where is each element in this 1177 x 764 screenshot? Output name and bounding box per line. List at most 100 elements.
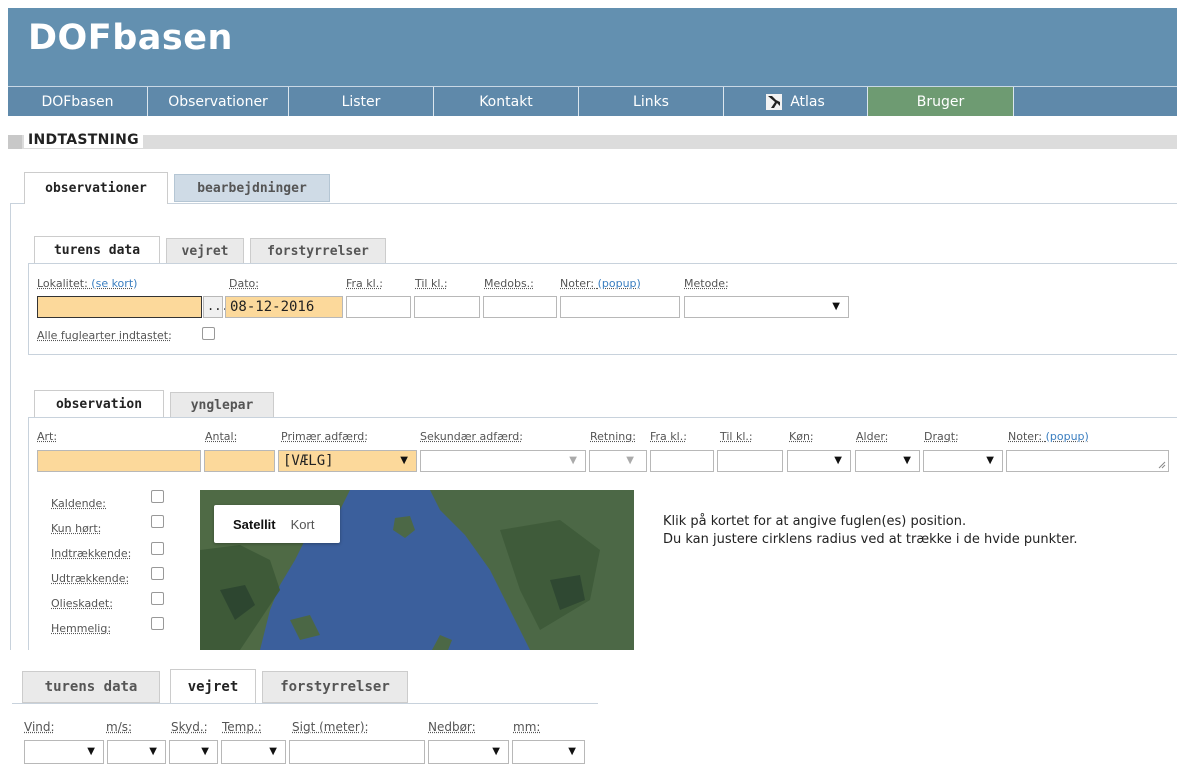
chevron-down-icon: ▼ [903,455,911,466]
obs-fra-kl-label: Fra kl.: [650,430,687,443]
map-info-line1: Klik på kortet for at angive fuglen(es) … [663,514,967,529]
nav-item-lister[interactable]: Lister [289,87,434,116]
skyd-label: Skyd.: [171,720,208,734]
kun-hoert-checkbox[interactable] [151,515,164,528]
udtraekkende-label: Udtrækkende: [51,572,130,585]
chevron-down-icon: ▼ [568,746,576,757]
tab-observation[interactable]: observation [34,390,164,418]
obs-noter-textarea[interactable] [1006,450,1169,472]
obs-fra-kl-input[interactable] [650,450,714,472]
nedboer-select[interactable]: ▼ [428,740,509,764]
lokalitet-browse-button[interactable]: ... [203,296,229,318]
main-tab-baseline-right [168,203,1177,204]
primaer-adfaerd-select[interactable]: [VÆLG] ▼ [278,450,417,472]
olieskadet-label: Olieskadet: [51,597,113,610]
antal-label: Antal: [205,430,238,443]
section-divider [8,135,1177,149]
tab-ynglepar[interactable]: ynglepar [170,392,274,418]
noter-popup-link[interactable]: (popup) [598,277,641,290]
lokalitet-label-text: Lokalitet: [37,277,88,290]
dato-label: Dato: [229,277,259,290]
nav-item-atlas[interactable]: Atlas [724,87,868,116]
atlas-bird-icon [766,93,783,110]
art-input[interactable] [37,450,201,472]
nav-item-bruger[interactable]: Bruger [868,87,1014,116]
map-kort-button[interactable]: Kort [291,517,315,532]
sigt-label: Sigt (meter): [292,720,369,734]
obs-noter-label: Noter: (popup) [1008,430,1089,443]
tab-vejret-weather[interactable]: vejret [170,669,256,704]
tab-forstyrrelser-weather[interactable]: forstyrrelser [262,671,408,703]
lokalitet-label: Lokalitet: (se kort) [37,277,137,290]
antal-input[interactable] [204,450,275,472]
map-info-line2: Du kan justere cirklens radius ved at tr… [663,532,1078,547]
indtraekkende-checkbox[interactable] [151,542,164,555]
site-logo[interactable]: DOFbasen [28,18,233,58]
vind-select[interactable]: ▼ [24,740,104,764]
main-panel-border [10,203,11,650]
mm-select[interactable]: ▼ [512,740,585,764]
nedboer-label: Nedbør: [428,720,476,734]
map-satellit-button[interactable]: Satellit [214,517,291,532]
nav-item-kontakt[interactable]: Kontakt [434,87,579,116]
hemmelig-checkbox[interactable] [151,617,164,630]
dragt-select[interactable]: ▼ [923,450,1003,472]
alle-fuglearter-label: Alle fuglearter indtastet: [37,329,172,342]
obs-noter-label-text: Noter: [1008,430,1043,443]
kun-hoert-label: Kun hørt: [51,522,102,535]
tab-forstyrrelser[interactable]: forstyrrelser [250,238,386,264]
obs-panel-left [28,417,29,650]
dato-value: 08-12-2016 [230,299,315,315]
koen-label: Køn: [789,430,814,443]
ms-select[interactable]: ▼ [107,740,166,764]
sekundaer-adfaerd-select[interactable]: ▼ [420,450,586,472]
kaldende-checkbox[interactable] [151,490,164,503]
nav-item-dofbasen[interactable]: DOFbasen [8,87,148,116]
retning-label: Retning: [590,430,636,443]
metode-select[interactable]: ▼ [684,296,849,318]
observation-map[interactable]: Satellit Kort [200,490,634,650]
chevron-down-icon: ▼ [269,746,277,757]
alder-select[interactable]: ▼ [855,450,920,472]
alder-label: Alder: [856,430,889,443]
tab-vejret[interactable]: vejret [166,238,244,264]
ms-label: m/s: [106,720,133,734]
resize-handle-icon[interactable] [1158,461,1166,469]
alle-fuglearter-checkbox[interactable] [202,327,215,340]
til-kl-label: Til kl.: [415,277,448,290]
retning-select[interactable]: ▼ [589,450,647,472]
skyd-select[interactable]: ▼ [169,740,218,764]
trip-panel-bottom [28,354,1177,355]
tab-bearbejdninger[interactable]: bearbejdninger [174,174,330,202]
nav-atlas-label: Atlas [790,93,825,110]
til-kl-input[interactable] [414,296,480,318]
main-tab-baseline-left [10,203,24,204]
hemmelig-label: Hemmelig: [51,622,112,635]
main-nav: DOFbasen Observationer Lister Kontakt Li… [8,86,1177,116]
udtraekkende-checkbox[interactable] [151,567,164,580]
nav-item-links[interactable]: Links [579,87,724,116]
weather-tab-baseline [12,703,598,704]
obs-til-kl-input[interactable] [717,450,783,472]
noter-input[interactable] [560,296,680,318]
se-kort-link[interactable]: (se kort) [91,277,137,290]
tab-turens-data[interactable]: turens data [34,236,160,264]
dato-input[interactable]: 08-12-2016 [225,296,343,318]
map-type-toggle: Satellit Kort [214,505,340,543]
tab-turens-data-weather[interactable]: turens data [22,671,160,703]
fra-kl-input[interactable] [346,296,411,318]
lokalitet-input[interactable] [37,296,202,318]
section-title: INDTASTNING [24,132,143,148]
vind-label: Vind: [24,720,55,734]
koen-select[interactable]: ▼ [787,450,851,472]
medobs-input[interactable] [483,296,557,318]
temp-select[interactable]: ▼ [221,740,286,764]
art-label: Art: [37,430,58,443]
tab-observationer[interactable]: observationer [24,172,168,204]
sigt-input[interactable] [289,740,425,764]
obs-noter-popup-link[interactable]: (popup) [1046,430,1089,443]
trip-panel-left [28,263,29,355]
olieskadet-checkbox[interactable] [151,592,164,605]
chevron-down-icon: ▼ [201,746,209,757]
nav-item-observationer[interactable]: Observationer [148,87,289,116]
